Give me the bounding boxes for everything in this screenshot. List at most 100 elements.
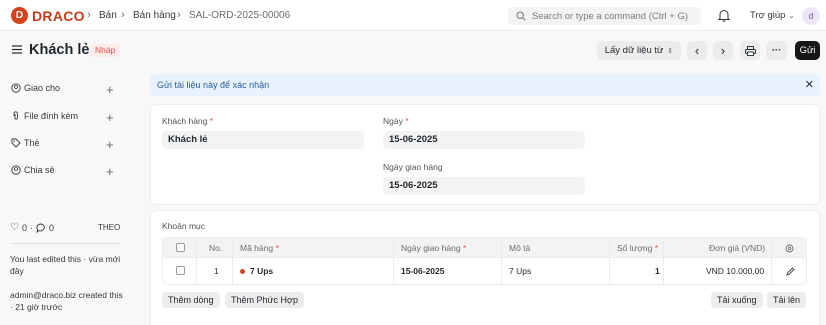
delivery-date-label: Ngày giao hàng [383, 162, 443, 172]
upload-button[interactable]: Tải lên [767, 292, 807, 308]
col-no: No. [209, 243, 223, 253]
required-marker: * [462, 243, 467, 253]
sidebar-item-assign[interactable]: Giao cho [11, 83, 60, 93]
logo-text: DRACO [32, 7, 85, 24]
row-rate[interactable]: VND 10.000,00 [706, 266, 764, 276]
next-button[interactable]: › [713, 41, 733, 60]
col-item-code: Mã hàng * [240, 243, 279, 253]
col-qty: Số lượng * [617, 243, 658, 253]
date-label: Ngày * [383, 116, 409, 126]
breadcrumb-module[interactable]: Bán [99, 10, 117, 21]
sidebar-item-label: File đính kèm [24, 111, 79, 121]
status-dot [240, 268, 245, 274]
sidebar-item-attachments[interactable]: File đính kèm [11, 111, 78, 121]
fetch-from-label: Lấy dữ liệu từ [604, 45, 664, 56]
col-qty-text: Số lượng [617, 243, 653, 253]
add-share-icon[interactable]: + [106, 165, 114, 178]
status-badge: Nháp [90, 44, 121, 57]
sidebar-item-label: Chia sẻ [24, 165, 55, 175]
divider [10, 243, 120, 244]
print-button[interactable] [740, 41, 760, 60]
items-section-label: Khoản mục [162, 221, 205, 231]
col-delivery-date-text: Ngày giao hàng [401, 243, 461, 253]
prev-button[interactable]: ‹ [687, 41, 707, 60]
column-divider [609, 238, 610, 284]
engagement-counts: ♡ 0 · 0 [10, 222, 54, 233]
avatar[interactable]: d [802, 7, 820, 25]
col-rate: Đơn giá (VND) [709, 243, 766, 253]
select-all-checkbox[interactable] [176, 243, 185, 252]
like-count: 0 [21, 222, 27, 233]
row-checkbox[interactable] [176, 266, 185, 275]
sidebar-toggle-icon[interactable] [12, 45, 22, 54]
more-icon: ··· [771, 45, 782, 56]
row-item-code[interactable]: 7 Ups [240, 266, 273, 276]
row-delivery-date[interactable]: 15-06-2025 [401, 266, 444, 276]
bell-icon[interactable] [718, 9, 730, 22]
alert-text: Gửi tài liệu này để xác nhận [157, 80, 270, 90]
dot-separator: · [29, 222, 33, 233]
follow-button[interactable]: THEO [98, 223, 120, 232]
col-description: Mô tả [509, 243, 531, 253]
comment-count: 0 [48, 222, 54, 233]
heart-icon[interactable]: ♡ [10, 222, 19, 233]
chevron-right-icon: › [87, 9, 91, 21]
column-divider [393, 238, 394, 284]
row-item-code-text: 7 Ups [250, 266, 274, 276]
more-options-button[interactable]: ··· [766, 41, 787, 60]
page-title: Khách lẻ [29, 42, 90, 58]
date-label-text: Ngày [383, 116, 403, 126]
updown-icon: ⇕ [667, 47, 674, 55]
app-logo[interactable]: D DRACO [11, 7, 85, 24]
column-divider [501, 238, 502, 284]
items-table: No. Mã hàng * Ngày giao hàng * Mô tả Số … [162, 237, 807, 285]
paperclip-icon [13, 111, 18, 120]
help-label: Trợ giúp [750, 10, 786, 21]
search-placeholder: Search or type a command (Ctrl + G) [532, 10, 689, 22]
sidebar-item-share[interactable]: Chia sẻ [11, 165, 55, 175]
chevron-right-icon: › [177, 9, 181, 21]
date-field[interactable]: 15-06-2025 [383, 131, 585, 149]
col-delivery-date: Ngày giao hàng * [401, 243, 466, 253]
edit-pencil-icon[interactable] [786, 267, 795, 276]
close-icon[interactable]: ✕ [805, 78, 814, 91]
row-no: 1 [214, 266, 219, 276]
add-tag-icon[interactable]: + [106, 138, 114, 151]
add-assign-icon[interactable]: + [106, 83, 114, 96]
add-attachment-icon[interactable]: + [106, 111, 114, 124]
help-dropdown[interactable]: Trợ giúp ⌄ [750, 10, 795, 21]
search-input[interactable]: Search or type a command (Ctrl + G) [508, 7, 701, 25]
column-divider [771, 238, 772, 284]
row-description[interactable]: 7 Ups [509, 266, 531, 276]
required-marker: * [654, 243, 659, 253]
add-row-button[interactable]: Thêm dòng [162, 292, 220, 308]
delivery-date-field[interactable]: 15-06-2025 [383, 177, 585, 195]
add-multiple-button[interactable]: Thêm Phức Hợp [225, 292, 304, 308]
required-marker: * [405, 116, 409, 126]
customer-field[interactable]: Khách lẻ [162, 131, 364, 149]
submit-button[interactable]: Gửi [795, 41, 820, 60]
tag-icon [11, 138, 21, 148]
search-icon [516, 11, 526, 21]
required-marker: * [209, 116, 214, 126]
customer-label: Khách hàng * [162, 116, 213, 126]
row-qty[interactable]: 1 [655, 266, 660, 276]
chevron-left-icon: ‹ [694, 42, 700, 58]
fetch-from-button[interactable]: Lấy dữ liệu từ ⇕ [597, 41, 681, 60]
comment-icon[interactable] [36, 223, 46, 233]
last-edited-text: You last edited this · vừa mới đây [10, 254, 121, 276]
column-divider [196, 238, 197, 284]
breadcrumb-doctype[interactable]: Bán hàng [133, 10, 176, 21]
col-item-code-text: Mã hàng [240, 243, 274, 253]
required-marker: * [275, 243, 279, 253]
logo-badge: D [11, 7, 28, 24]
breadcrumb-document[interactable]: SAL-ORD-2025-00006 [189, 10, 290, 21]
info-alert: Gửi tài liệu này để xác nhận ✕ [150, 74, 820, 96]
settings-icon[interactable] [785, 244, 794, 253]
sidebar-item-tags[interactable]: Thẻ [11, 138, 40, 148]
customer-label-text: Khách hàng [162, 116, 208, 126]
download-button[interactable]: Tải xuống [711, 292, 763, 308]
printer-icon [744, 45, 756, 56]
created-text: admin@draco.biz created this · 21 giờ tr… [10, 290, 123, 312]
chevron-right-icon: › [720, 42, 726, 58]
